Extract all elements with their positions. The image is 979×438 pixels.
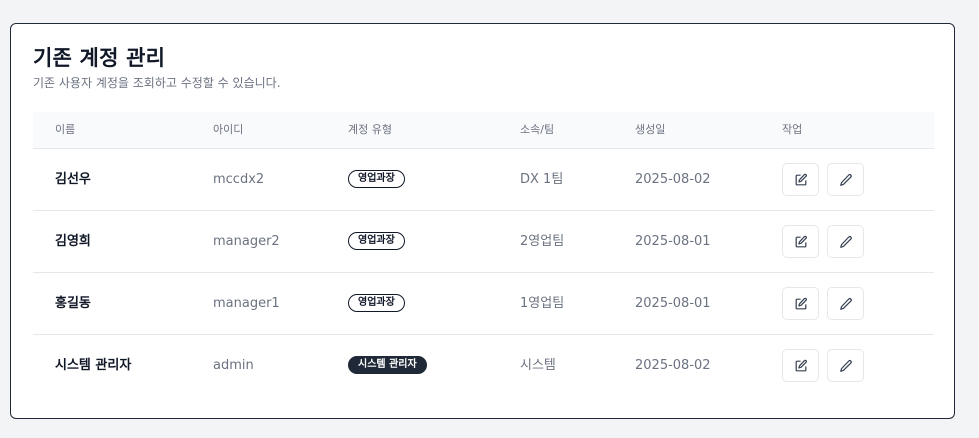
panel-description: 기존 사용자 계정을 조회하고 수정할 수 있습니다. xyxy=(33,76,281,90)
header-team: 소속/팀 xyxy=(520,123,555,136)
row-actions xyxy=(782,287,864,320)
cell-name: 시스템 관리자 xyxy=(55,358,132,373)
edit-account-button[interactable] xyxy=(782,163,819,196)
table-row: 시스템 관리자 admin 시스템 관리자 시스템 2025-08-02 xyxy=(33,335,934,396)
cell-name: 김선우 xyxy=(55,172,91,187)
cell-account-type: 영업과장 xyxy=(348,211,405,272)
cell-id: admin xyxy=(213,358,254,373)
pencil-icon xyxy=(839,297,852,310)
cell-created: 2025-08-02 xyxy=(635,358,711,373)
cell-account-type: 영업과장 xyxy=(348,273,405,334)
rename-account-button[interactable] xyxy=(827,225,864,258)
cell-name: 김영희 xyxy=(55,234,91,249)
cell-team: DX 1팀 xyxy=(520,172,564,187)
header-account-type: 계정 유형 xyxy=(348,123,392,136)
table-row: 김영희 manager2 영업과장 2영업팀 2025-08-01 xyxy=(33,211,934,273)
table-row: 홍길동 manager1 영업과장 1영업팀 2025-08-01 xyxy=(33,273,934,335)
pencil-icon xyxy=(839,173,852,186)
rename-account-button[interactable] xyxy=(827,287,864,320)
cell-account-type: 영업과장 xyxy=(348,149,405,210)
edit-account-button[interactable] xyxy=(782,349,819,382)
edit-account-button[interactable] xyxy=(782,225,819,258)
edit-square-icon xyxy=(795,359,807,371)
rename-account-button[interactable] xyxy=(827,349,864,382)
cell-team: 시스템 xyxy=(520,358,556,373)
cell-id: manager1 xyxy=(213,296,280,311)
table-row: 김선우 mccdx2 영업과장 DX 1팀 2025-08-02 xyxy=(33,149,934,211)
header-actions: 작업 xyxy=(782,123,803,136)
cell-team: 1영업팀 xyxy=(520,296,565,311)
rename-account-button[interactable] xyxy=(827,163,864,196)
account-type-badge: 시스템 관리자 xyxy=(348,355,427,374)
cell-created: 2025-08-02 xyxy=(635,172,711,187)
cell-id: manager2 xyxy=(213,234,280,249)
account-type-badge: 영업과장 xyxy=(348,231,405,250)
edit-square-icon xyxy=(795,173,807,185)
accounts-table: 이름 아이디 계정 유형 소속/팀 생성일 작업 김선우 mccdx2 영업과장… xyxy=(33,112,934,396)
pencil-icon xyxy=(839,235,852,248)
account-management-panel: 기존 계정 관리 기존 사용자 계정을 조회하고 수정할 수 있습니다. 이름 … xyxy=(10,23,955,419)
cell-created: 2025-08-01 xyxy=(635,234,711,249)
table-header: 이름 아이디 계정 유형 소속/팀 생성일 작업 xyxy=(33,112,934,149)
cell-created: 2025-08-01 xyxy=(635,296,711,311)
cell-account-type: 시스템 관리자 xyxy=(348,335,427,396)
edit-account-button[interactable] xyxy=(782,287,819,320)
row-actions xyxy=(782,163,864,196)
header-name: 이름 xyxy=(55,123,76,136)
edit-square-icon xyxy=(795,235,807,247)
account-type-badge: 영업과장 xyxy=(348,169,405,188)
pencil-icon xyxy=(839,359,852,372)
panel-title: 기존 계정 관리 xyxy=(33,46,166,70)
account-type-badge: 영업과장 xyxy=(348,293,405,312)
edit-square-icon xyxy=(795,297,807,309)
row-actions xyxy=(782,225,864,258)
header-id: 아이디 xyxy=(213,123,244,136)
row-actions xyxy=(782,349,864,382)
cell-team: 2영업팀 xyxy=(520,234,565,249)
header-created: 생성일 xyxy=(635,123,666,136)
cell-id: mccdx2 xyxy=(213,172,265,187)
cell-name: 홍길동 xyxy=(55,296,91,311)
